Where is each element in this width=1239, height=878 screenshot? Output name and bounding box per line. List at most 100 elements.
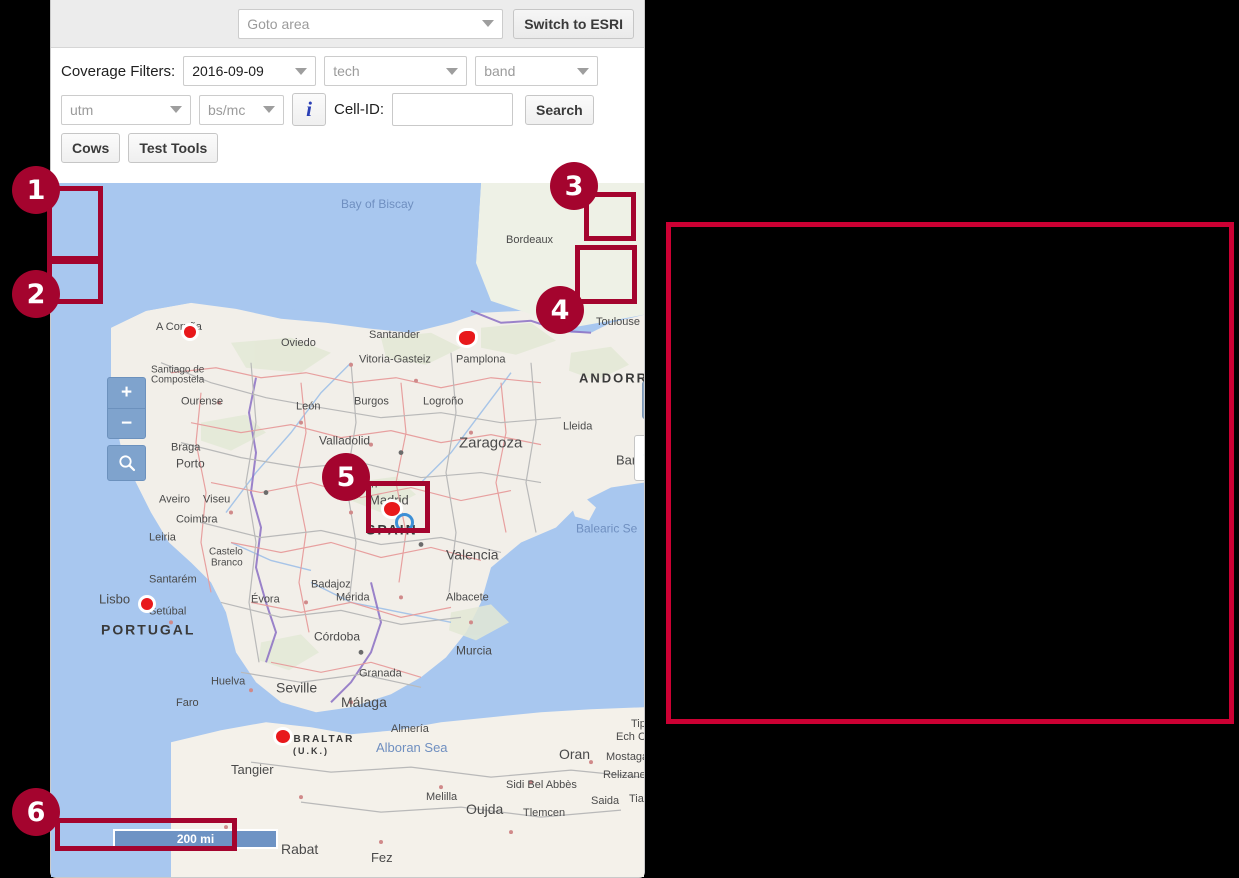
svg-text:ANDORR: ANDORR [579,371,644,386]
svg-text:Santander: Santander [369,329,420,341]
annotation-badge-1: 1 [14,168,58,212]
zoom-in-button[interactable]: + [108,378,145,409]
svg-text:Tangier: Tangier [231,762,274,777]
svg-text:Melilla: Melilla [426,791,458,803]
filter-row-2: utm bs/mc i Cell-ID: Search [61,93,644,126]
svg-text:Compostela: Compostela [151,375,205,386]
utm-select[interactable]: utm [61,95,191,125]
svg-text:Branco: Branco [211,557,243,568]
svg-text:Córdoba: Córdoba [314,629,360,643]
svg-text:Albacete: Albacete [446,591,489,603]
svg-text:Porto: Porto [176,457,205,471]
site-marker-gibraltar[interactable] [273,727,293,746]
svg-text:Leiria: Leiria [149,531,177,543]
scale-bar: 200 mi [113,829,278,849]
home-button[interactable] [642,381,644,419]
svg-text:Burgos: Burgos [354,396,389,408]
svg-text:Tlemcen: Tlemcen [523,807,565,819]
svg-text:Tiaret: Tiaret [629,793,644,805]
selected-site-ring-madrid [395,513,414,532]
svg-text:Oviedo: Oviedo [281,337,316,349]
zoom-out-button[interactable]: − [108,409,145,439]
annotation-badge-4: 4 [538,288,582,332]
goto-area-placeholder-text: Goto area [247,16,309,32]
svg-text:Sidi Bel Abbès: Sidi Bel Abbès [506,779,577,791]
switch-basemap-button[interactable]: Switch to ESRI [513,9,634,39]
map-canvas[interactable]: Bay of Biscay Balearic Se Alboran Sea A … [51,183,644,877]
chevron-down-icon [482,20,494,27]
svg-text:Seville: Seville [276,679,317,695]
svg-text:Balearic Se: Balearic Se [576,522,638,536]
annotation-badge-2: 2 [14,272,58,316]
date-select-value: 2016-09-09 [192,63,264,79]
top-bar: Goto area Switch to ESRI [51,0,644,48]
svg-text:Lleida: Lleida [563,421,593,433]
svg-text:León: León [296,401,320,413]
svg-text:Toulouse: Toulouse [596,316,640,328]
svg-text:Ech Cheliff: Ech Cheliff [616,731,644,743]
svg-text:Huelva: Huelva [211,675,246,687]
bsmc-select[interactable]: bs/mc [199,95,284,125]
band-select-value: band [484,63,515,79]
site-marker-lisbon[interactable] [138,595,156,613]
chevron-down-icon [263,106,275,113]
svg-text:Faro: Faro [176,697,199,709]
svg-text:Alboran Sea: Alboran Sea [376,740,448,755]
svg-text:Logroño: Logroño [423,396,463,408]
coverage-filters-label: Coverage Filters: [61,63,175,80]
chevron-down-icon [170,106,182,113]
svg-text:Mérida: Mérida [336,591,370,603]
svg-text:Mostaganem: Mostaganem [606,751,644,763]
map-graphic: Bay of Biscay Balearic Se Alboran Sea A … [51,183,644,877]
cell-id-label: Cell-ID: [334,101,384,118]
svg-text:Santarém: Santarém [149,573,197,585]
chevron-down-icon [577,68,589,75]
filter-row-3: Cows Test Tools [61,133,644,163]
layers-button[interactable] [634,435,644,481]
cell-id-input[interactable] [392,93,513,126]
svg-text:Valladolid: Valladolid [319,434,370,448]
svg-text:Rabat: Rabat [281,841,318,857]
svg-text:Évora: Évora [251,592,281,605]
svg-text:Ourense: Ourense [181,396,223,408]
svg-text:Oran: Oran [559,746,590,762]
svg-text:Almería: Almería [391,723,430,735]
date-select[interactable]: 2016-09-09 [183,56,316,86]
svg-text:Granada: Granada [359,667,403,679]
chevron-down-icon [446,68,458,75]
svg-text:Aveiro: Aveiro [159,494,190,506]
magnifier-icon [117,453,137,473]
application-panel: Goto area Switch to ESRI Coverage Filter… [50,0,645,878]
svg-text:Saida: Saida [591,795,620,807]
cows-button[interactable]: Cows [61,133,120,163]
svg-text:Lisbo: Lisbo [99,591,130,606]
svg-text:Relizane: Relizane [603,769,644,781]
svg-text:Bay of Biscay: Bay of Biscay [341,197,414,211]
svg-text:Bordeaux: Bordeaux [506,234,554,246]
goto-area-select[interactable]: Goto area [238,9,503,39]
svg-text:Badajoz: Badajoz [311,578,351,590]
svg-text:Viseu: Viseu [203,494,230,506]
tech-select-value: tech [333,63,359,79]
svg-text:Castelo: Castelo [209,546,243,557]
layers-icon [641,442,644,474]
svg-text:Braga: Braga [171,442,201,454]
band-select[interactable]: band [475,56,598,86]
site-marker-coruna[interactable] [181,323,199,341]
test-tools-button[interactable]: Test Tools [128,133,218,163]
map-search-button[interactable] [107,445,146,481]
annotation-badge-3: 3 [552,164,596,208]
svg-text:Málaga: Málaga [341,694,387,710]
annotation-badge-6: 6 [14,790,58,834]
filter-row-1: Coverage Filters: 2016-09-09 tech band [61,56,644,86]
svg-text:Oujda: Oujda [466,801,504,817]
svg-text:Vitoria-Gasteiz: Vitoria-Gasteiz [359,354,431,366]
info-icon[interactable]: i [292,93,326,126]
coverage-filters: Coverage Filters: 2016-09-09 tech band u… [51,48,644,169]
search-button[interactable]: Search [525,95,594,125]
tech-select[interactable]: tech [324,56,467,86]
utm-select-value: utm [70,102,93,118]
svg-text:PORTUGAL: PORTUGAL [101,621,195,637]
zoom-controls[interactable]: + − [107,377,146,439]
annotation-badge-5: 5 [324,455,368,499]
